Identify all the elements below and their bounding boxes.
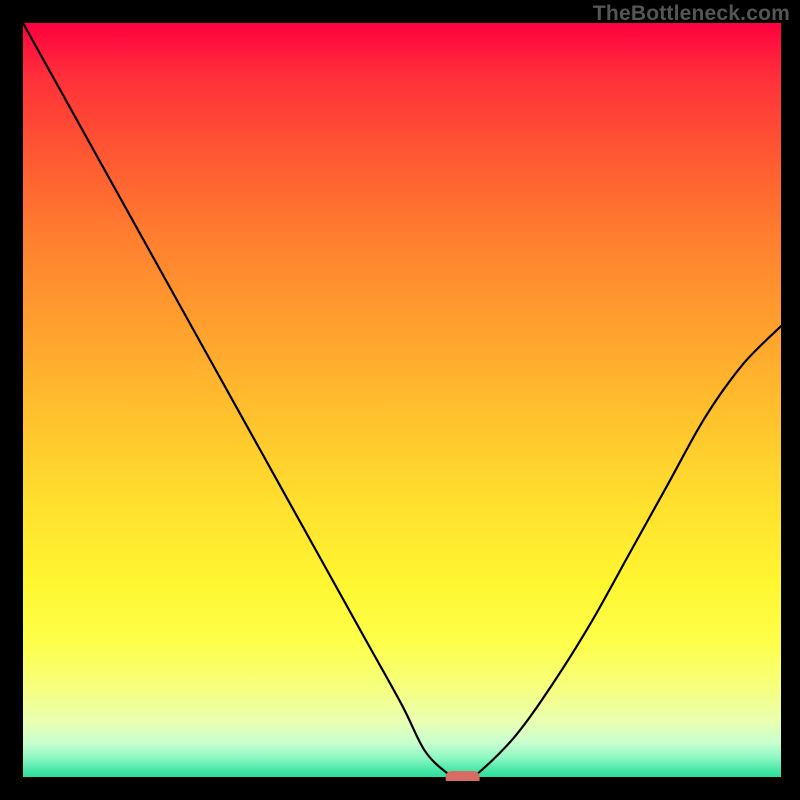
plot-area: [23, 23, 781, 781]
watermark-text: TheBottleneck.com: [593, 2, 790, 26]
minimum-marker: [446, 771, 480, 781]
chart-svg: [23, 23, 781, 781]
chart-frame: TheBottleneck.com: [0, 0, 800, 800]
bottleneck-curve: [23, 23, 781, 781]
